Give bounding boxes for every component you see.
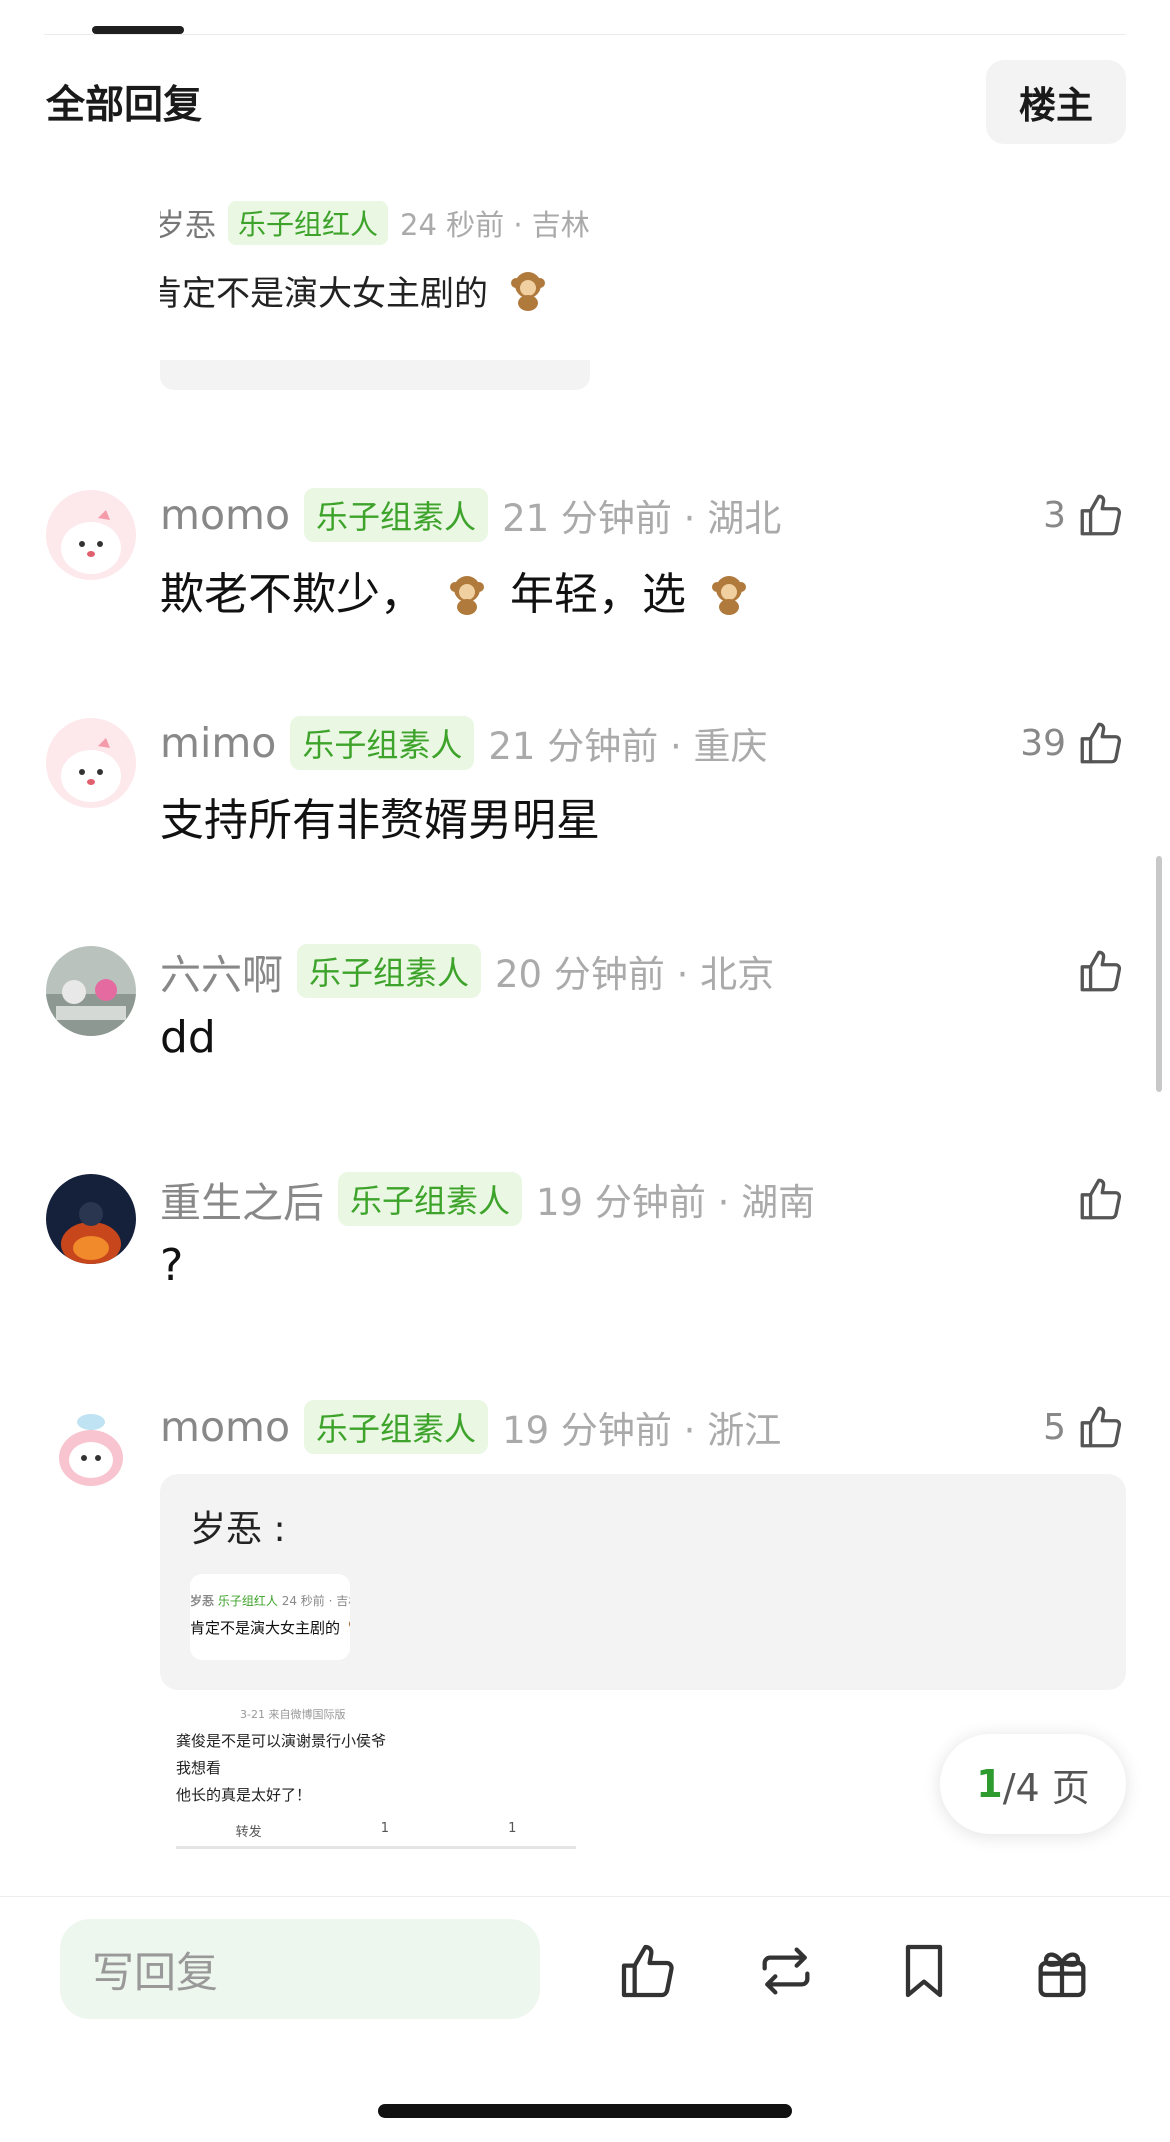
user-badge: 乐子组素人: [304, 1400, 489, 1454]
comment-meta: 19 分钟前 · 湖南: [536, 1181, 816, 1224]
thumb-up-icon: [1080, 1406, 1122, 1448]
thumb-up-icon: [1080, 722, 1122, 764]
avatar[interactable]: [46, 718, 136, 808]
like-button[interactable]: [1076, 946, 1126, 996]
avatar[interactable]: [46, 1174, 136, 1264]
thumb-up-icon: [1080, 950, 1122, 992]
like-count: 5: [1043, 1406, 1066, 1448]
monkey-emoji: [712, 576, 746, 615]
user-badge: 乐子组素人: [338, 1172, 523, 1226]
monkey-emoji: [450, 576, 484, 615]
reply-input[interactable]: 写回复: [60, 1919, 540, 2019]
all-replies-title: 全部回复: [46, 83, 203, 128]
comment-meta: 21 分钟前 · 重庆: [488, 725, 768, 768]
screenshot-repost: 转发: [235, 1825, 262, 1840]
current-page: 1: [976, 1762, 1003, 1806]
comment-text: ?: [160, 1240, 184, 1291]
screenshot-actions: 转发 1 1: [176, 1821, 576, 1849]
quoted-reply-author: 岁忢 :: [190, 1509, 286, 1550]
monkey-emoji: [348, 1620, 350, 1628]
replies-header: 全部回复 楼主: [46, 60, 1126, 144]
like-count: 3: [1043, 494, 1066, 536]
comment-text: 欺老不欺少， 年轻，选: [160, 558, 758, 622]
screenshot-comment: 1: [380, 1821, 389, 1836]
bookmark-icon[interactable]: [892, 1939, 956, 2003]
thumb-up-icon: [1080, 1178, 1122, 1220]
comment-author[interactable]: momo: [160, 1403, 290, 1451]
bottom-toolbar: 写回复: [0, 1896, 1170, 2142]
comment-author[interactable]: 重生之后: [160, 1169, 324, 1229]
quoted-reply[interactable]: 岁忢 : 岁忢 乐子组红人 24 秒前 · 吉林 肯定不是演大女主剧的: [160, 1474, 1126, 1690]
total-pages: /4 页: [1002, 1765, 1090, 1810]
screenshot-meta: 3-21 来自微博国际版: [240, 1708, 346, 1721]
quoted-meta: 24 秒前 · 吉林: [400, 207, 590, 242]
like-button[interactable]: [1076, 1174, 1126, 1224]
page-indicator[interactable]: 1 /4 页: [940, 1734, 1126, 1834]
quoted-author: 岁忢: [160, 208, 216, 244]
quoted-badge: 乐子组红人: [228, 200, 389, 245]
scrollbar[interactable]: [1156, 856, 1162, 1092]
user-badge: 乐子组素人: [297, 944, 482, 998]
avatar[interactable]: [46, 946, 136, 1036]
user-badge: 乐子组素人: [304, 488, 489, 542]
quoted-reply-image[interactable]: 岁忢 乐子组红人 24 秒前 · 吉林 肯定不是演大女主剧的: [190, 1574, 350, 1660]
like-button[interactable]: 3: [1043, 490, 1126, 540]
gift-icon[interactable]: [1030, 1939, 1094, 2003]
comment-meta: 19 分钟前 · 浙江: [502, 1409, 782, 1452]
screenshot-line: 我想看: [176, 1759, 222, 1777]
quoted-text: 肯定不是演大女主剧的: [160, 274, 488, 314]
comment-meta: 20 分钟前 · 北京: [495, 953, 775, 996]
thumb-up-icon[interactable]: [616, 1939, 680, 2003]
monkey-emoji: [510, 272, 545, 311]
comment-meta: 21 分钟前 · 湖北: [502, 497, 782, 540]
screenshot-line: 他长的真是太好了！: [176, 1786, 312, 1804]
like-button[interactable]: 39: [1020, 718, 1126, 768]
comment-author[interactable]: momo: [160, 491, 290, 539]
like-button[interactable]: 5: [1043, 1402, 1126, 1452]
tab-indicator: [92, 26, 184, 34]
like-count: 39: [1020, 722, 1066, 764]
user-badge: 乐子组素人: [290, 716, 475, 770]
attached-image[interactable]: 3-21 来自微博国际版 龚俊是不是可以演谢景行小侯爷 我想看 他长的真是太好了…: [176, 1704, 576, 1900]
quoted-image-top[interactable]: 岁忢 乐子组红人 24 秒前 · 吉林 肯定不是演大女主剧的: [160, 200, 590, 390]
divider: [44, 34, 1126, 35]
comment-author[interactable]: mimo: [160, 719, 276, 767]
avatar[interactable]: [46, 1402, 136, 1492]
home-indicator: [378, 2104, 792, 2118]
comment-author[interactable]: 六六啊: [160, 941, 283, 1001]
screenshot-like: 1: [508, 1821, 517, 1836]
screenshot-line: 龚俊是不是可以演谢景行小侯爷: [176, 1732, 387, 1750]
op-only-button[interactable]: 楼主: [986, 60, 1126, 144]
repost-icon[interactable]: [754, 1939, 818, 2003]
avatar[interactable]: [46, 490, 136, 580]
comment-text: dd: [160, 1012, 216, 1063]
quoted-image-bottom: [160, 360, 590, 390]
thumb-up-icon: [1080, 494, 1122, 536]
comment-text: 支持所有非赘婿男明星: [160, 795, 600, 846]
